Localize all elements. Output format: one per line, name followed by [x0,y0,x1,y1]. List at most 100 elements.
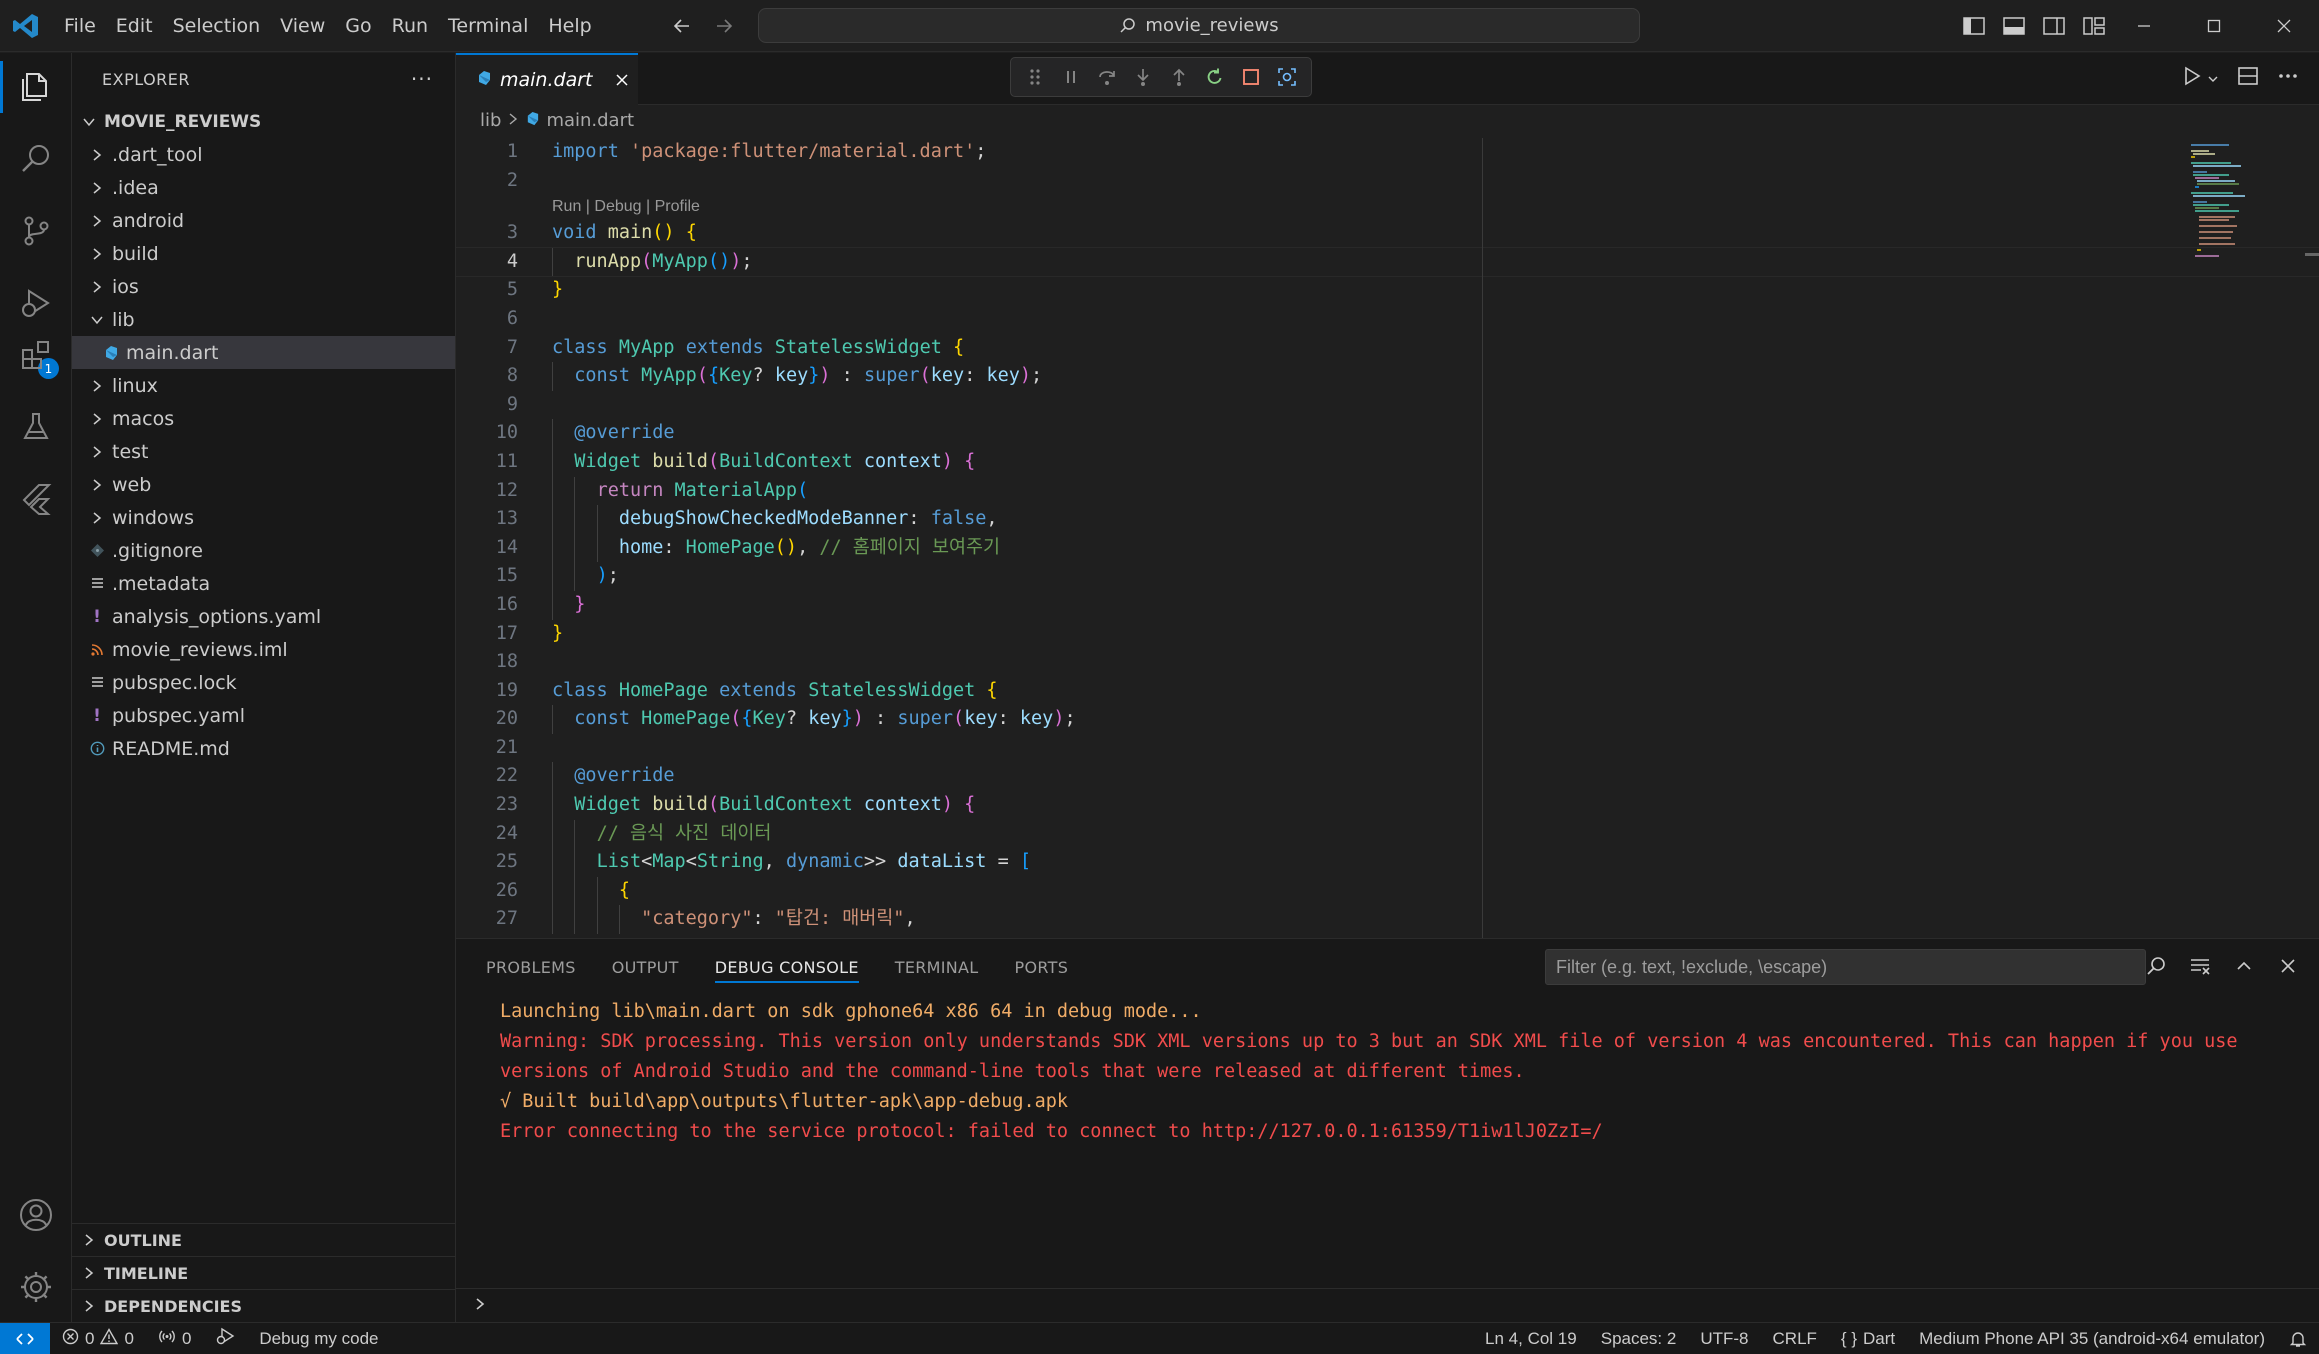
tree-folder[interactable]: android [72,204,455,237]
tree-folder[interactable]: ios [72,270,455,303]
close-window-icon[interactable] [2249,0,2319,52]
pause-icon[interactable] [1058,64,1084,90]
drag-handle-icon[interactable] [1022,64,1048,90]
tree-folder[interactable]: test [72,435,455,468]
forward-arrow-icon[interactable] [710,12,738,40]
restart-icon[interactable] [1202,64,1228,90]
menu-file[interactable]: File [54,9,106,43]
dependencies-section[interactable]: DEPENDENCIES [72,1289,456,1322]
tree-folder[interactable]: .idea [72,171,455,204]
code-token: < [685,851,697,873]
tab-output[interactable]: OUTPUT [612,939,679,995]
explorer-icon[interactable] [0,61,56,113]
menu-go[interactable]: Go [335,9,381,43]
manage-gear-icon[interactable] [16,1267,56,1307]
tree-folder[interactable]: linux [72,369,455,402]
maximize-icon[interactable] [2179,0,2249,52]
menu-help[interactable]: Help [538,9,601,43]
maximize-panel-chevron-up-icon[interactable] [2231,953,2257,979]
end-of-line[interactable]: CRLF [1761,1323,1829,1354]
menu-edit[interactable]: Edit [106,9,163,43]
codelens-run-debug-profile[interactable]: Run | Debug | Profile [456,195,2319,219]
tree-file[interactable]: .metadata [72,567,455,600]
indent-guide [552,476,553,506]
extensions-icon[interactable] [16,335,56,375]
customize-layout-icon[interactable] [2080,12,2108,40]
indentation[interactable]: Spaces: 2 [1589,1323,1689,1354]
back-arrow-icon[interactable] [668,12,696,40]
run-icon[interactable] [2181,65,2203,92]
tree-folder[interactable]: macos [72,402,455,435]
ports-status[interactable]: 0 [146,1323,203,1354]
close-panel-icon[interactable] [2275,953,2301,979]
flutter-icon[interactable] [16,479,56,519]
tab-ports[interactable]: PORTS [1015,939,1069,995]
command-center-search[interactable]: movie_reviews [758,8,1640,43]
accounts-icon[interactable] [16,1195,56,1235]
testing-icon[interactable] [16,407,56,447]
tree-file[interactable]: ! pubspec.yaml [72,699,455,732]
debug-config-status[interactable]: Debug my code [203,1323,390,1354]
run-and-debug-icon[interactable] [16,283,56,323]
toggle-panel-icon[interactable] [2000,12,2028,40]
more-actions-icon[interactable] [2277,65,2299,92]
tree-folder[interactable]: build [72,237,455,270]
timeline-section[interactable]: TIMELINE [72,1256,456,1289]
menu-selection[interactable]: Selection [163,9,271,43]
split-editor-icon[interactable] [2237,65,2259,92]
tab-terminal[interactable]: TERMINAL [895,939,979,995]
clear-console-icon[interactable] [2187,953,2213,979]
source-control-icon[interactable] [16,211,56,251]
tree-file[interactable]: README.md [72,732,455,765]
more-actions-icon[interactable]: ··· [411,67,433,91]
tree-folder[interactable]: web [72,468,455,501]
tree-file[interactable]: ! analysis_options.yaml [72,600,455,633]
tree-folder[interactable]: lib [72,303,455,336]
step-into-icon[interactable] [1130,64,1156,90]
tree-item-label: pubspec.lock [112,671,237,694]
workspace-folder-header[interactable]: MOVIE_REVIEWS [72,105,455,138]
close-tab-icon[interactable] [614,72,630,88]
tree-file[interactable]: main.dart [72,336,455,369]
minimap[interactable] [2189,142,2279,262]
tree-folder[interactable]: .dart_tool [72,138,455,171]
run-dropdown-chevron-icon[interactable] [2207,68,2219,90]
repl-input[interactable] [456,1288,2319,1322]
console-filter-input[interactable] [1545,949,2146,985]
device-selector[interactable]: Medium Phone API 35 (android-x64 emulato… [1907,1323,2277,1354]
find-icon[interactable] [2143,953,2169,979]
toggle-primary-sidebar-icon[interactable] [1960,12,1988,40]
menu-run[interactable]: Run [382,9,438,43]
tree-folder[interactable]: windows [72,501,455,534]
tree-file[interactable]: .gitignore [72,534,455,567]
cursor-position[interactable]: Ln 4, Col 19 [1473,1323,1589,1354]
step-over-icon[interactable] [1094,64,1120,90]
breadcrumb-folder[interactable]: lib [480,110,501,131]
tree-file[interactable]: movie_reviews.iml [72,633,455,666]
encoding[interactable]: UTF-8 [1688,1323,1760,1354]
menu-view[interactable]: View [270,9,335,43]
open-devtools-icon[interactable] [1274,64,1300,90]
remote-indicator-icon[interactable] [0,1322,50,1354]
tree-item-label: build [112,242,159,265]
tree-file[interactable]: pubspec.lock [72,666,455,699]
minimize-icon[interactable] [2109,0,2179,52]
code-line: 5} [456,276,2319,305]
stop-icon[interactable] [1238,64,1264,90]
tab-problems[interactable]: PROBLEMS [486,939,576,995]
tab-main-dart[interactable]: main.dart [456,53,638,105]
code-token: >> [863,851,898,873]
step-out-icon[interactable] [1166,64,1192,90]
notifications-bell-icon[interactable] [2277,1323,2319,1354]
code-token: main [607,222,653,244]
search-icon[interactable] [16,139,56,179]
code-editor[interactable]: 1 import 'package:flutter/material.dart';… [456,138,2319,938]
menu-terminal[interactable]: Terminal [438,9,538,43]
tab-debug-console[interactable]: DEBUG CONSOLE [714,939,859,995]
breadcrumb-file[interactable]: main.dart [546,110,634,131]
toggle-secondary-sidebar-icon[interactable] [2040,12,2068,40]
problems-status[interactable]: 0 0 [50,1323,146,1354]
language-mode[interactable]: { } Dart [1829,1323,1907,1354]
outline-section[interactable]: OUTLINE [72,1223,456,1256]
